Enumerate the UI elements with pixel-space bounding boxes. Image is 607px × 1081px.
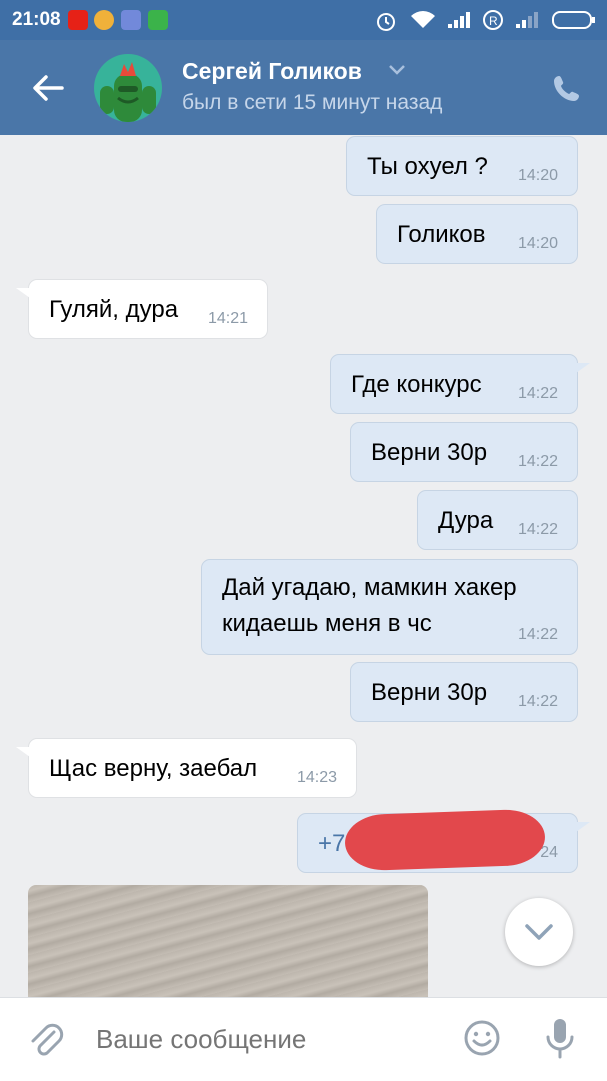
microphone-icon[interactable] <box>543 1017 577 1061</box>
scroll-to-bottom-button[interactable] <box>505 898 573 966</box>
message-time: 14:20 <box>517 235 558 252</box>
cactus-avatar-icon <box>100 62 156 122</box>
app-notification-icon <box>94 10 114 30</box>
contact-name[interactable]: Сергей Голиков <box>182 58 362 85</box>
signal-weak-icon <box>516 12 538 28</box>
alarm-icon <box>377 13 395 31</box>
message-outgoing[interactable]: Дура 14:22 <box>417 490 578 550</box>
message-input-bar <box>0 997 607 1081</box>
message-text: Ты охуел ? <box>367 153 488 180</box>
message-time: 14:22 <box>517 626 558 643</box>
roaming-icon: R <box>483 10 503 30</box>
message-incoming[interactable]: Гуляй, дура 14:21 <box>16 279 268 339</box>
message-time: 14:22 <box>517 693 558 710</box>
message-time: 14:22 <box>517 521 558 538</box>
redaction-scribble <box>344 808 546 872</box>
message-outgoing[interactable]: Дай угадаю, мамкин хакер кидаешь меня в … <box>201 559 578 655</box>
message-incoming[interactable]: Щас верну, заебал 14:23 <box>16 738 357 798</box>
message-list[interactable]: Ты охуел ? 14:20 Голиков 14:20 Гуляй, ду… <box>0 135 607 997</box>
status-bar: 21:08 R <box>0 0 607 40</box>
message-outgoing[interactable]: Где конкурс 14:22 <box>330 354 590 414</box>
message-time: 24 <box>540 844 558 861</box>
bubble-tail <box>576 822 590 832</box>
message-text-line2: кидаешь меня в чс <box>222 610 432 637</box>
message-outgoing[interactable]: Голиков 14:20 <box>376 204 578 264</box>
message-input[interactable] <box>96 1024 436 1055</box>
youtube-notification-icon <box>68 10 88 30</box>
download-notification-icon <box>148 10 168 30</box>
phone-icon[interactable] <box>552 73 582 103</box>
discord-notification-icon <box>121 10 141 30</box>
message-text: Голиков <box>397 221 486 248</box>
contact-status: был в сети 15 минут назад <box>182 91 443 114</box>
back-arrow-icon[interactable] <box>30 70 66 106</box>
message-time: 14:22 <box>517 385 558 402</box>
message-text: Верни 30р <box>371 439 488 466</box>
message-text: Где конкурс <box>351 371 482 398</box>
message-outgoing[interactable]: Ты охуел ? 14:20 <box>346 136 578 196</box>
status-time: 21:08 <box>12 9 61 30</box>
message-text: Верни 30р <box>371 679 488 706</box>
svg-text:R: R <box>489 14 498 28</box>
wifi-icon <box>411 11 435 28</box>
photo-attachment[interactable] <box>28 885 428 997</box>
bubble-tail <box>576 363 590 373</box>
bubble-tail <box>16 288 30 298</box>
message-text: Щас верну, заебал <box>49 755 258 782</box>
emoji-icon[interactable] <box>463 1019 501 1057</box>
bubble-tail <box>16 747 30 757</box>
message-outgoing[interactable]: Верни 30р 14:22 <box>350 662 578 722</box>
message-outgoing[interactable]: Верни 30р 14:22 <box>350 422 578 482</box>
chevron-down-icon[interactable] <box>388 64 406 76</box>
paperclip-icon[interactable] <box>28 1020 64 1060</box>
signal-icon <box>448 12 470 28</box>
chat-header: Сергей Голиков был в сети 15 минут назад <box>0 40 607 135</box>
chevron-down-icon <box>525 924 553 940</box>
message-time: 14:20 <box>517 167 558 184</box>
message-text: Дура <box>438 507 494 534</box>
message-time: 14:23 <box>296 769 337 786</box>
message-time: 14:21 <box>207 310 248 327</box>
phone-number-link[interactable]: +7 <box>318 827 345 861</box>
message-text-line1: Дай угадаю, мамкин хакер <box>222 574 517 601</box>
message-time: 14:22 <box>517 453 558 470</box>
battery-icon <box>552 11 595 29</box>
contact-avatar[interactable] <box>94 54 162 122</box>
message-text: Гуляй, дура <box>49 296 179 323</box>
